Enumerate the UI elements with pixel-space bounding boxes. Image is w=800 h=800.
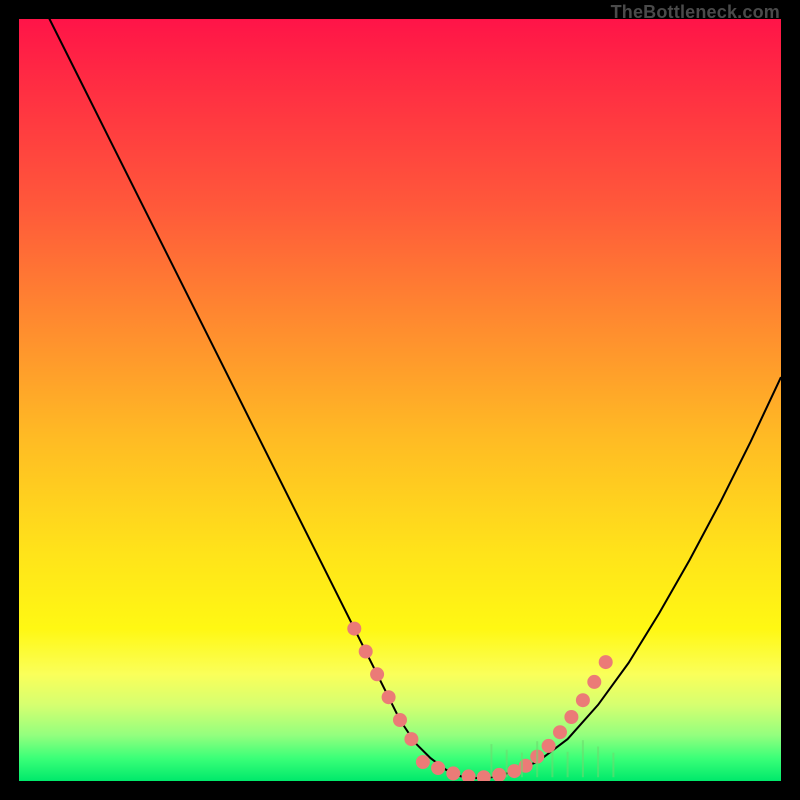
highlight-dot (587, 675, 601, 689)
highlight-dot (431, 761, 445, 775)
highlight-dots-layer (19, 19, 781, 781)
watermark-text: TheBottleneck.com (611, 2, 780, 23)
highlight-dot (599, 655, 613, 669)
highlight-dot (492, 768, 506, 781)
highlight-dot (370, 667, 384, 681)
highlight-dot (404, 732, 418, 746)
highlight-dot (416, 755, 430, 769)
highlight-dot (564, 710, 578, 724)
highlight-dot (393, 713, 407, 727)
chart-frame: TheBottleneck.com (0, 0, 800, 800)
highlight-dot (347, 622, 361, 636)
plot-area (19, 19, 781, 781)
highlight-dot (542, 739, 556, 753)
highlight-dot (446, 766, 460, 780)
highlight-dot (382, 690, 396, 704)
optimal-range-dots (347, 622, 612, 781)
highlight-dot (519, 759, 533, 773)
highlight-dot (359, 645, 373, 659)
highlight-dot (553, 725, 567, 739)
highlight-dot (462, 769, 476, 781)
highlight-dot (576, 693, 590, 707)
highlight-dot (477, 770, 491, 781)
